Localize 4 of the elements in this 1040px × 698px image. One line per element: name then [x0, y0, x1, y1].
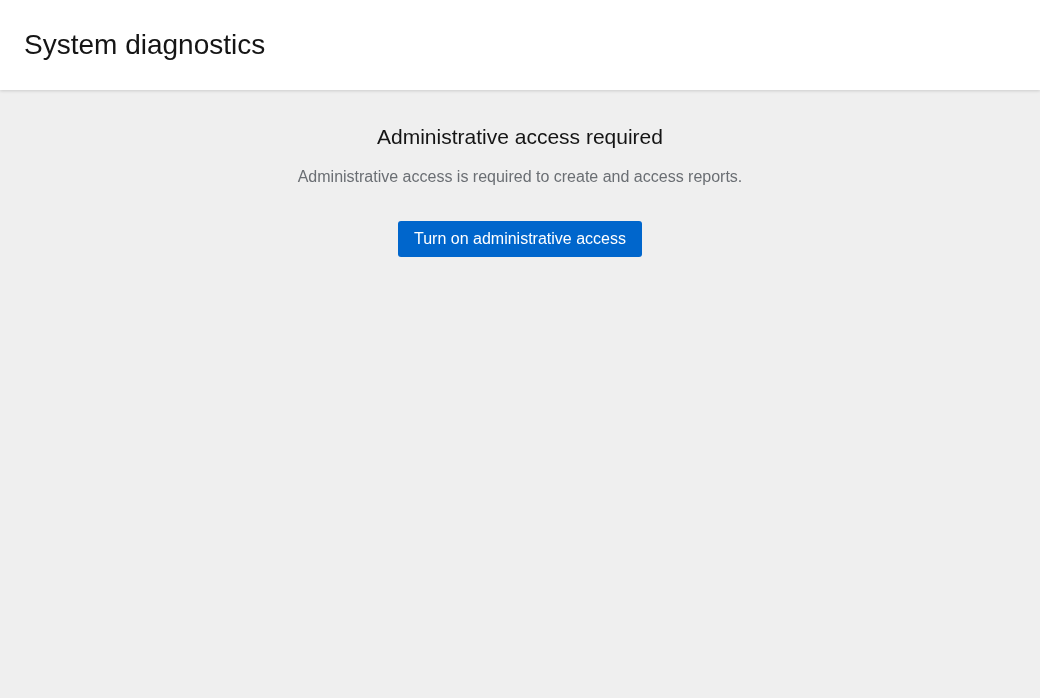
- empty-state-title: Administrative access required: [377, 124, 663, 150]
- page-title: System diagnostics: [24, 29, 266, 61]
- empty-state-description: Administrative access is required to create and access reports.: [297, 167, 743, 187]
- admin-access-button[interactable]: Turn on administrative access: [398, 221, 642, 257]
